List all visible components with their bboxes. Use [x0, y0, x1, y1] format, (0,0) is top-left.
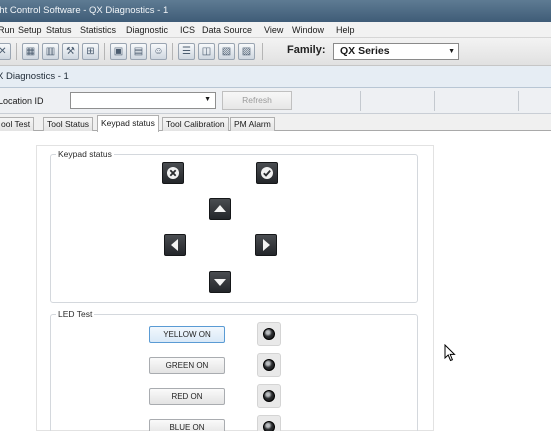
- toolbar-separator: [16, 43, 17, 60]
- yellow-led-indicator: [257, 322, 281, 346]
- arrow-down-icon: [214, 279, 226, 286]
- toolbar-separator: [262, 43, 263, 60]
- window-icon[interactable]: ◫: [198, 43, 215, 60]
- tool-icon[interactable]: ⚒: [62, 43, 79, 60]
- toolbar-separator: [172, 43, 173, 60]
- led-icon: [263, 421, 275, 431]
- menu-diagnostic[interactable]: Diagnostic: [126, 22, 168, 38]
- window-title: ght Control Software - QX Diagnostics - …: [0, 5, 169, 16]
- led-test-group: LED Test YELLOW ON GREEN ON RED ON BLUE …: [50, 309, 418, 431]
- menu-run[interactable]: Run: [0, 22, 15, 38]
- tab-strip: ool Test Tool Status Keypad status Tool …: [0, 114, 551, 132]
- family-value: QX Series: [340, 45, 390, 57]
- chevron-down-icon: ▼: [204, 96, 211, 103]
- menu-ics[interactable]: ICS: [180, 22, 195, 38]
- left-key-button[interactable]: [164, 234, 186, 256]
- separator: [360, 91, 361, 111]
- menu-help[interactable]: Help: [336, 22, 355, 38]
- arrow-right-icon: [263, 239, 270, 251]
- tab-tool-status[interactable]: Tool Status: [43, 117, 94, 131]
- family-dropdown[interactable]: QX Series ▼: [333, 43, 459, 60]
- tab-keypad-status[interactable]: Keypad status: [97, 115, 159, 132]
- toolbar-separator: [104, 43, 105, 60]
- red-led-indicator: [257, 384, 281, 408]
- keypad-status-legend: Keypad status: [58, 149, 112, 159]
- green-led-indicator: [257, 353, 281, 377]
- menu-setup[interactable]: Setup: [18, 22, 42, 38]
- green-on-button[interactable]: GREEN ON: [149, 357, 225, 374]
- close-icon: [167, 167, 179, 179]
- separator: [518, 91, 519, 111]
- arrow-up-icon: [214, 205, 226, 212]
- arrow-left-icon: [171, 239, 178, 251]
- led-icon: [263, 390, 275, 402]
- tab-content: Keypad status LED Test YELLOW ON GREEN O…: [0, 131, 551, 431]
- chart-icon[interactable]: ▥: [42, 43, 59, 60]
- close-icon[interactable]: ✕: [0, 43, 11, 60]
- menu-window[interactable]: Window: [292, 22, 324, 38]
- location-row: Location ID ▼ Refresh: [0, 88, 551, 114]
- document-title: X Diagnostics - 1: [0, 71, 69, 82]
- tab-tool-calibration[interactable]: Tool Calibration: [162, 117, 229, 131]
- separator: [434, 91, 435, 111]
- layers-icon[interactable]: ▨: [238, 43, 255, 60]
- cancel-key-button[interactable]: [162, 162, 184, 184]
- keypad-status-group: Keypad status: [50, 149, 418, 303]
- menu-bar: Run Setup Status Statistics Diagnostic I…: [0, 22, 551, 38]
- title-bar: ght Control Software - QX Diagnostics - …: [0, 0, 551, 22]
- list-icon[interactable]: ☰: [178, 43, 195, 60]
- menu-data-source[interactable]: Data Source: [202, 22, 252, 38]
- tab-pm-alarm[interactable]: PM Alarm: [230, 117, 275, 131]
- check-icon: [261, 167, 273, 179]
- blue-on-button[interactable]: BLUE ON: [149, 419, 225, 431]
- chevron-down-icon: ▼: [448, 48, 455, 55]
- table-icon[interactable]: ⊞: [82, 43, 99, 60]
- confirm-key-button[interactable]: [256, 162, 278, 184]
- menu-status[interactable]: Status: [46, 22, 72, 38]
- document-title-bar: X Diagnostics - 1: [0, 66, 551, 88]
- up-key-button[interactable]: [209, 198, 231, 220]
- down-key-button[interactable]: [209, 271, 231, 293]
- tab-tool-test[interactable]: ool Test: [0, 117, 35, 131]
- location-id-dropdown[interactable]: ▼: [70, 92, 216, 109]
- menu-statistics[interactable]: Statistics: [80, 22, 116, 38]
- save-icon[interactable]: ▣: [110, 43, 127, 60]
- keypad-status-panel: Keypad status LED Test YELLOW ON GREEN O…: [36, 145, 434, 431]
- blue-led-indicator: [257, 415, 281, 431]
- chart-icon[interactable]: ▤: [130, 43, 147, 60]
- toolbar: ✕ ▦ ▥ ⚒ ⊞ ▣ ▤ ☺ ☰ ◫ ▧ ▨ Family: QX Serie…: [0, 38, 551, 66]
- refresh-button[interactable]: Refresh: [222, 91, 292, 110]
- right-key-button[interactable]: [255, 234, 277, 256]
- menu-view[interactable]: View: [264, 22, 283, 38]
- form-icon[interactable]: ▧: [218, 43, 235, 60]
- yellow-on-button[interactable]: YELLOW ON: [149, 326, 225, 343]
- led-icon: [263, 328, 275, 340]
- family-label: Family:: [287, 44, 326, 56]
- led-test-legend: LED Test: [58, 309, 93, 319]
- led-icon: [263, 359, 275, 371]
- user-icon[interactable]: ☺: [150, 43, 167, 60]
- red-on-button[interactable]: RED ON: [149, 388, 225, 405]
- mouse-cursor-icon: [444, 344, 456, 362]
- location-id-label: Location ID: [0, 96, 44, 106]
- grid-icon[interactable]: ▦: [22, 43, 39, 60]
